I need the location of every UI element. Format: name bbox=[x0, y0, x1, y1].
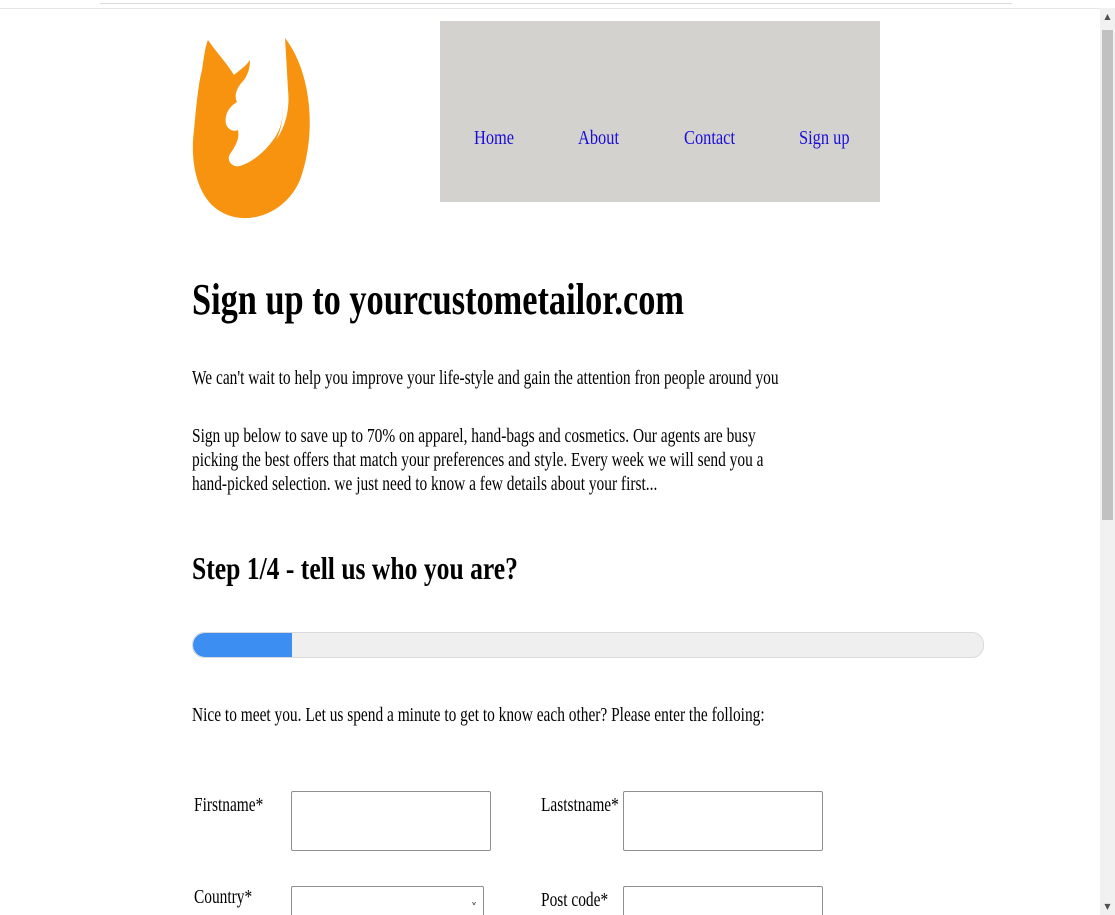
scroll-down-arrow-icon[interactable]: ▼ bbox=[1100, 898, 1115, 915]
scrollbar-thumb[interactable] bbox=[1102, 30, 1113, 520]
lastname-label: Laststname* bbox=[541, 794, 619, 816]
signup-progress-bar bbox=[192, 632, 984, 658]
step-title: Step 1/4 - tell us who you are? bbox=[192, 550, 518, 586]
nav-link-about[interactable]: About bbox=[578, 127, 619, 150]
nav-link-home[interactable]: Home bbox=[474, 127, 514, 150]
page-title: Sign up to yourcustometailor.com bbox=[192, 275, 684, 324]
lastname-input[interactable] bbox=[623, 791, 823, 851]
country-label: Country* bbox=[194, 886, 253, 908]
form-instructions: Nice to meet you. Let us spend a minute … bbox=[192, 704, 765, 726]
scroll-up-arrow-icon[interactable]: ▲ bbox=[1100, 8, 1115, 25]
nav-link-contact[interactable]: Contact bbox=[684, 127, 735, 150]
fox-logo-highlight bbox=[268, 70, 274, 114]
firstname-input[interactable] bbox=[291, 791, 491, 851]
firstname-label: Firstname* bbox=[194, 794, 264, 816]
tab-edge bbox=[100, 0, 1012, 4]
fox-logo-shape bbox=[192, 38, 310, 219]
main-nav: Home About Contact Sign up bbox=[440, 21, 880, 202]
intro-text: We can't wait to help you improve your l… bbox=[192, 367, 779, 389]
signup-progress-fill bbox=[193, 633, 292, 657]
fox-logo-icon[interactable] bbox=[190, 30, 315, 225]
nav-link-signup[interactable]: Sign up bbox=[799, 127, 850, 150]
postcode-label: Post code* bbox=[541, 889, 609, 911]
browser-top-strip bbox=[0, 0, 1100, 9]
postcode-input[interactable] bbox=[623, 886, 823, 915]
country-select[interactable]: ˅ bbox=[291, 886, 484, 915]
chevron-down-icon: ˅ bbox=[471, 901, 477, 915]
page: Home About Contact Sign up Sign up to yo… bbox=[0, 0, 1115, 915]
intro-details-text: Sign up below to save up to 70% on appar… bbox=[192, 425, 764, 495]
vertical-scrollbar[interactable]: ▲ ▼ bbox=[1100, 8, 1115, 915]
